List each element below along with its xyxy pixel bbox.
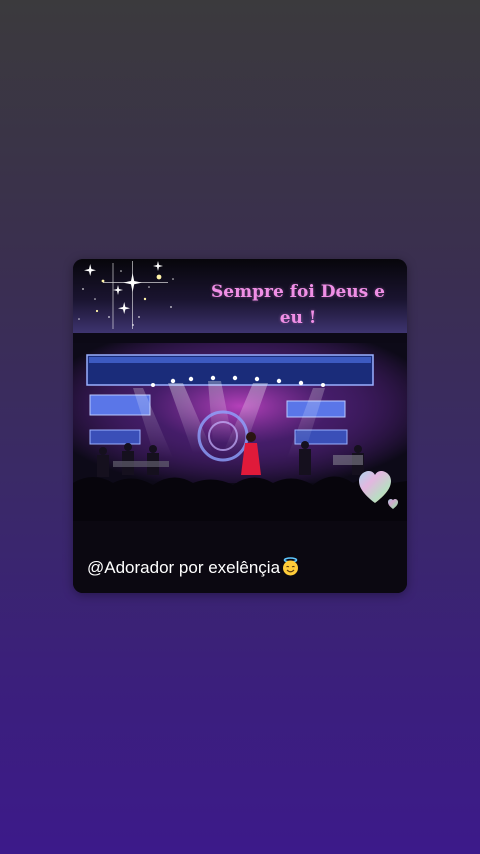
story-title: Sempre foi Deus e eu ! xyxy=(211,282,385,328)
story-card: Sempre foi Deus e eu ! @Adorador por exe… xyxy=(73,259,407,593)
smiling-face-with-halo-icon xyxy=(281,557,300,576)
caption-line: @Adorador por exelênçia xyxy=(87,557,300,579)
heart-icon xyxy=(359,471,398,509)
caption-text: @Adorador por exelênçia xyxy=(87,558,281,577)
sparkles-icon xyxy=(78,261,174,329)
